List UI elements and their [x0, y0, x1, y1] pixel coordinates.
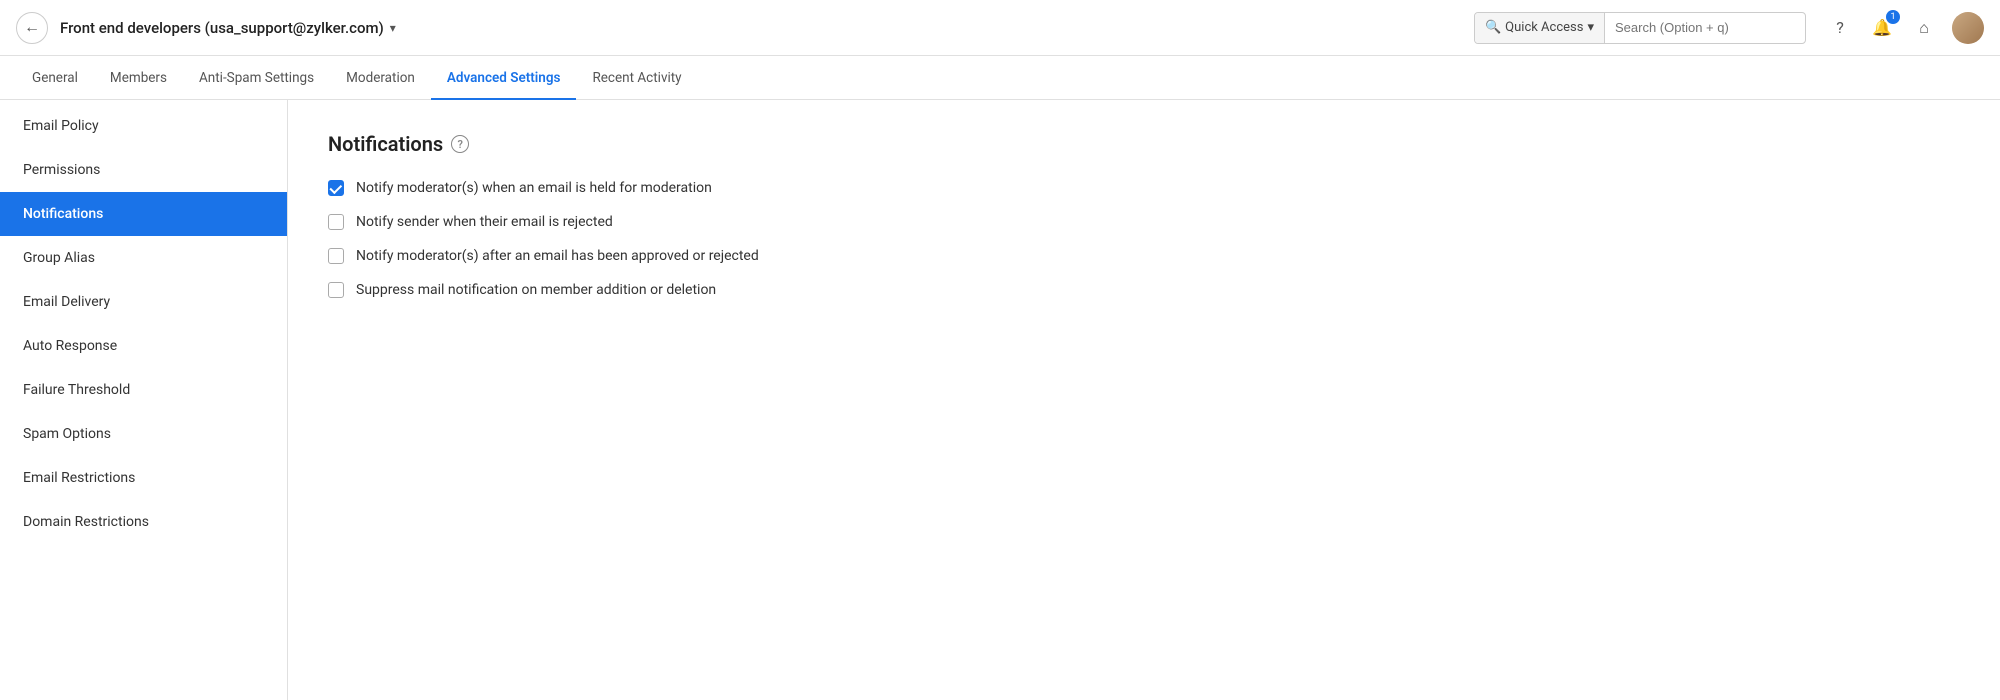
main-layout: Email Policy Permissions Notifications G…	[0, 100, 2000, 700]
header: ← Front end developers (usa_support@zylk…	[0, 0, 2000, 56]
sidebar-item-email-policy[interactable]: Email Policy	[0, 104, 287, 148]
avatar[interactable]	[1952, 12, 1984, 44]
notifications-button[interactable]: 🔔 1	[1868, 14, 1896, 42]
checkbox-item-rejected[interactable]: Notify sender when their email is reject…	[328, 214, 1960, 230]
notification-badge: 1	[1886, 10, 1900, 24]
checkbox-suppress-label: Suppress mail notification on member add…	[356, 282, 716, 298]
checkbox-moderation-label: Notify moderator(s) when an email is hel…	[356, 180, 712, 196]
sidebar-item-email-restrictions[interactable]: Email Restrictions	[0, 456, 287, 500]
checkbox-item-moderation[interactable]: Notify moderator(s) when an email is hel…	[328, 180, 1960, 196]
search-input[interactable]	[1605, 20, 1805, 35]
search-icon: 🔍	[1485, 20, 1501, 35]
section-title: Notifications ?	[328, 132, 1960, 156]
sidebar-item-permissions[interactable]: Permissions	[0, 148, 287, 192]
tab-anti-spam[interactable]: Anti-Spam Settings	[183, 57, 330, 100]
sidebar-item-failure-threshold[interactable]: Failure Threshold	[0, 368, 287, 412]
search-area: 🔍 Quick Access ▾	[1474, 12, 1806, 44]
sidebar-item-spam-options[interactable]: Spam Options	[0, 412, 287, 456]
sidebar-item-notifications[interactable]: Notifications	[0, 192, 287, 236]
group-title[interactable]: Front end developers (usa_support@zylker…	[60, 19, 396, 37]
quick-access-button[interactable]: 🔍 Quick Access ▾	[1475, 13, 1605, 43]
avatar-image	[1952, 12, 1984, 44]
sidebar-item-email-delivery[interactable]: Email Delivery	[0, 280, 287, 324]
content-area: Notifications ? Notify moderator(s) when…	[288, 100, 2000, 700]
help-button[interactable]: ?	[1826, 14, 1854, 42]
sidebar-item-group-alias[interactable]: Group Alias	[0, 236, 287, 280]
checkbox-item-suppress[interactable]: Suppress mail notification on member add…	[328, 282, 1960, 298]
checkbox-approved-rejected[interactable]	[328, 248, 344, 264]
sidebar-item-auto-response[interactable]: Auto Response	[0, 324, 287, 368]
checkbox-approved-rejected-label: Notify moderator(s) after an email has b…	[356, 248, 759, 264]
quick-access-label: Quick Access	[1505, 20, 1583, 35]
home-icon: ⌂	[1919, 18, 1929, 38]
help-icon: ?	[1836, 18, 1844, 37]
tab-bar: General Members Anti-Spam Settings Moder…	[0, 56, 2000, 100]
section-help-icon[interactable]: ?	[451, 135, 469, 153]
group-title-text: Front end developers (usa_support@zylker…	[60, 19, 384, 37]
tab-general[interactable]: General	[16, 57, 94, 100]
checkbox-item-approved-rejected[interactable]: Notify moderator(s) after an email has b…	[328, 248, 1960, 264]
tab-moderation[interactable]: Moderation	[330, 57, 431, 100]
checkbox-moderation[interactable]	[328, 180, 344, 196]
tab-members[interactable]: Members	[94, 57, 183, 100]
quick-access-chevron-icon: ▾	[1587, 20, 1594, 35]
checkbox-rejected-label: Notify sender when their email is reject…	[356, 214, 613, 230]
tab-recent-activity[interactable]: Recent Activity	[576, 57, 697, 100]
checkbox-rejected[interactable]	[328, 214, 344, 230]
sidebar-item-domain-restrictions[interactable]: Domain Restrictions	[0, 500, 287, 544]
checkbox-suppress[interactable]	[328, 282, 344, 298]
tab-advanced-settings[interactable]: Advanced Settings	[431, 57, 577, 100]
header-icons: ? 🔔 1 ⌂	[1826, 12, 1984, 44]
home-button[interactable]: ⌂	[1910, 14, 1938, 42]
back-button[interactable]: ←	[16, 12, 48, 44]
title-chevron-icon: ▾	[390, 21, 396, 35]
sidebar: Email Policy Permissions Notifications G…	[0, 100, 288, 700]
notifications-checkbox-list: Notify moderator(s) when an email is hel…	[328, 180, 1960, 298]
